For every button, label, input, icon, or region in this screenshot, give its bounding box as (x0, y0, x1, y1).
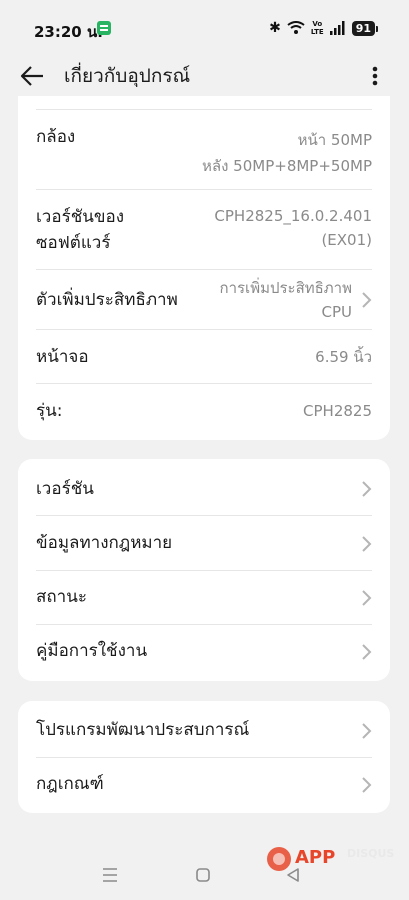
wifi-icon (287, 21, 305, 34)
specs-card: กล้อง หน้า 50MP หลัง 50MP+8MP+50MP เวอร์… (18, 96, 390, 440)
program-card: โปรแกรมพัฒนาประสบการณ์ กฎเกณฑ์ (18, 701, 390, 813)
volte-top: Vo (312, 20, 323, 28)
arrow-left-icon[interactable] (18, 62, 46, 90)
software-label-line2: ซอฟต์แวร์ (36, 233, 111, 253)
more-vertical-icon[interactable] (365, 62, 385, 90)
chevron-right-icon (362, 481, 372, 497)
notification-app-icon (97, 21, 111, 35)
list-item-regulatory[interactable]: กฎเกณฑ์ (36, 758, 372, 812)
chevron-right-icon (362, 723, 372, 739)
bluetooth-icon: ✱ (269, 20, 281, 36)
software-value-line2: (EX01) (321, 231, 372, 249)
chevron-right-icon (362, 644, 372, 660)
chevron-right-icon (362, 777, 372, 793)
signal-icon (329, 21, 345, 35)
list-item-label: กฎเกณฑ์ (36, 774, 104, 794)
model-label: รุ่น: (36, 401, 63, 421)
list-item-label: โปรแกรมพัฒนาประสบการณ์ (36, 720, 250, 740)
software-version-row: เวอร์ชันของ ซอฟต์แวร์ CPH2825_16.0.2.401… (36, 190, 372, 270)
screen-value: 6.59 นิ้ว (315, 348, 372, 366)
info-card: เวอร์ชัน ข้อมูลทางกฎหมาย สถานะ คู่มือการ… (18, 459, 390, 681)
status-icons: ✱ Vo LTE 91 (269, 19, 379, 37)
model-row: รุ่น: CPH2825 (36, 384, 372, 438)
booster-value-line1: การเพิ่มประสิทธิภาพ (219, 279, 353, 297)
chevron-right-icon (362, 590, 372, 606)
list-item-label: เวอร์ชัน (36, 479, 94, 499)
camera-rear-value: หลัง 50MP+8MP+50MP (202, 157, 372, 175)
software-value-line1: CPH2825_16.0.2.401 (214, 207, 372, 225)
list-item-label: สถานะ (36, 587, 87, 607)
status-time: 23:20 น. (34, 23, 103, 41)
list-item-status[interactable]: สถานะ (36, 571, 372, 625)
volte-icon: Vo LTE (311, 20, 324, 36)
booster-row[interactable]: ตัวเพิ่มประสิทธิภาพ การเพิ่มประสิทธิภาพ … (36, 270, 372, 330)
status-bar: 23:20 น. ✱ Vo LTE 91 (0, 0, 409, 56)
list-item-legal[interactable]: ข้อมูลทางกฎหมาย (36, 516, 372, 571)
model-value: CPH2825 (303, 402, 372, 420)
battery-icon: 91 (351, 20, 379, 36)
chevron-right-icon (362, 536, 372, 552)
booster-value-line2: CPU (321, 303, 353, 321)
card-top-divider-row (36, 96, 372, 110)
home-square-icon[interactable] (195, 867, 211, 883)
list-item-version[interactable]: เวอร์ชัน (36, 461, 372, 516)
list-item-label: คู่มือการใช้งาน (36, 641, 148, 661)
back-triangle-icon[interactable] (285, 867, 301, 883)
navigation-bar (0, 850, 409, 900)
volte-bottom: LTE (310, 28, 324, 36)
camera-front-value: หน้า 50MP (297, 131, 372, 149)
camera-label: กล้อง (36, 127, 76, 147)
list-item-experience-program[interactable]: โปรแกรมพัฒนาประสบการณ์ (36, 703, 372, 758)
list-item-user-guide[interactable]: คู่มือการใช้งาน (36, 625, 372, 679)
software-label-line1: เวอร์ชันของ (36, 207, 124, 227)
booster-label: ตัวเพิ่มประสิทธิภาพ (36, 290, 178, 310)
camera-row: กล้อง หน้า 50MP หลัง 50MP+8MP+50MP (36, 110, 372, 190)
menu-lines-icon[interactable] (101, 867, 119, 883)
page-title: เกี่ยวกับอุปกรณ์ (64, 65, 191, 87)
chevron-right-icon (362, 292, 372, 308)
screen-label: หน้าจอ (36, 347, 89, 367)
app-bar: เกี่ยวกับอุปกรณ์ (0, 56, 409, 96)
list-item-label: ข้อมูลทางกฎหมาย (36, 533, 173, 553)
screen-row: หน้าจอ 6.59 นิ้ว (36, 330, 372, 384)
